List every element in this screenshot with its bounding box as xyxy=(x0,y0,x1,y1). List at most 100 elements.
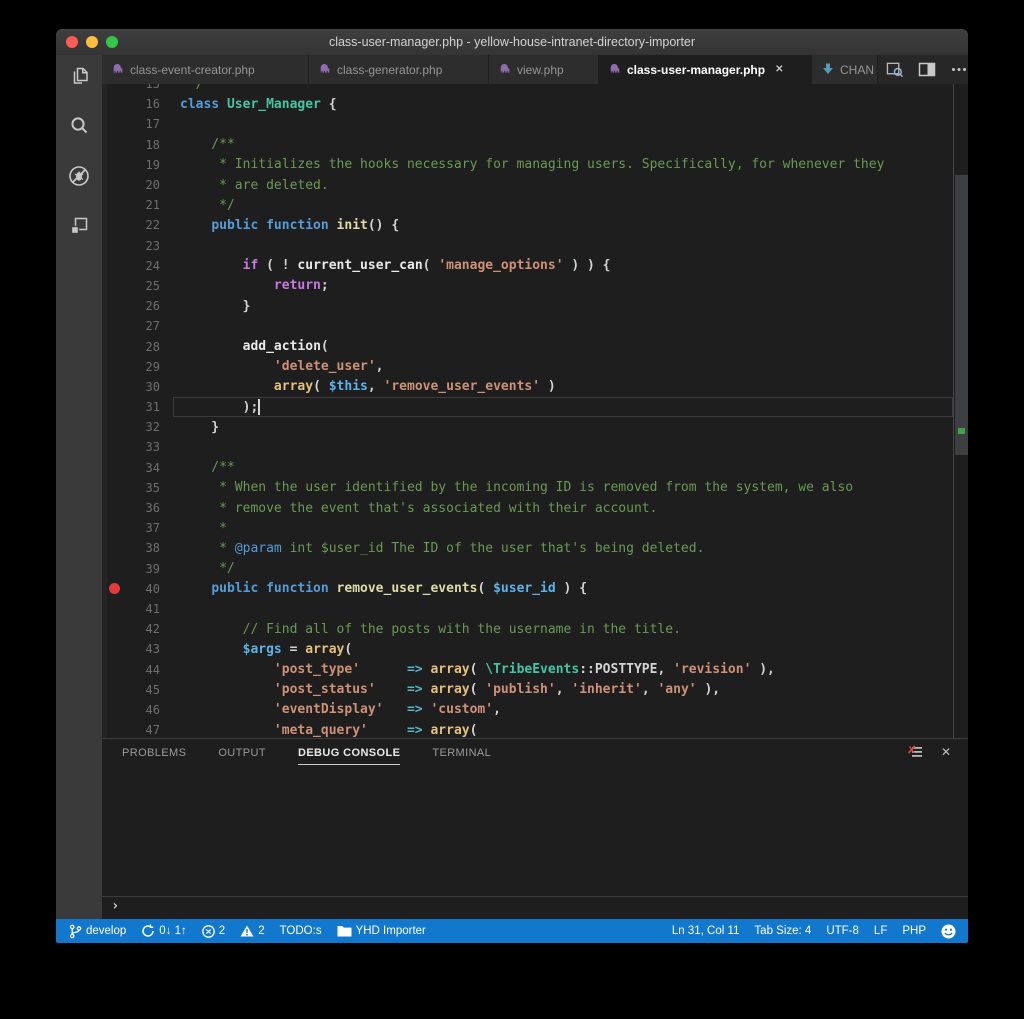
language-mode[interactable]: PHP xyxy=(902,925,926,937)
line-number[interactable]: 15 xyxy=(128,84,160,91)
line-number[interactable]: 27 xyxy=(128,319,160,333)
scrollbar-thumb[interactable] xyxy=(955,175,968,455)
code-line-36[interactable]: 36 * remove the event that's associated … xyxy=(102,498,968,518)
breakpoint-margin[interactable] xyxy=(102,256,128,276)
line-number[interactable]: 20 xyxy=(128,178,160,192)
minimize-window-button[interactable] xyxy=(86,36,98,48)
breakpoint-margin[interactable] xyxy=(102,155,128,175)
breakpoint-margin[interactable] xyxy=(102,619,128,639)
breakpoint-margin[interactable] xyxy=(102,559,128,579)
line-number[interactable]: 19 xyxy=(128,158,160,172)
code-line-46[interactable]: 46 'eventDisplay' => 'custom', xyxy=(102,700,968,720)
line-number[interactable]: 26 xyxy=(128,299,160,313)
code-line-42[interactable]: 42 // Find all of the posts with the use… xyxy=(102,619,968,639)
breakpoint-margin[interactable] xyxy=(102,700,128,720)
code-line-20[interactable]: 20 * are deleted. xyxy=(102,175,968,195)
line-number[interactable]: 35 xyxy=(128,481,160,495)
breakpoint-margin[interactable] xyxy=(102,94,128,114)
code-line-43[interactable]: 43 $args = array( xyxy=(102,639,968,659)
breakpoint-margin[interactable] xyxy=(102,175,128,195)
breakpoint-margin[interactable] xyxy=(102,114,128,134)
code-line-28[interactable]: 28 add_action( xyxy=(102,336,968,356)
sync-indicator[interactable]: 0↓ 1↑ xyxy=(141,924,187,938)
code-line-30[interactable]: 30 array( $this, 'remove_user_events' ) xyxy=(102,377,968,397)
breakpoint-margin[interactable] xyxy=(102,639,128,659)
panel-tab-debug-console[interactable]: DEBUG CONSOLE xyxy=(298,741,400,765)
error-count[interactable]: 2 xyxy=(202,925,225,938)
panel-tab-terminal[interactable]: TERMINAL xyxy=(432,741,491,764)
code-line-39[interactable]: 39 */ xyxy=(102,559,968,579)
close-panel-icon[interactable]: ✕ xyxy=(938,744,954,760)
workspace-indicator[interactable]: YHD Importer xyxy=(337,925,426,937)
breakpoint-margin[interactable] xyxy=(102,215,128,235)
code-line-17[interactable]: 17 xyxy=(102,114,968,134)
code-line-47[interactable]: 47 'meta_query' => array( xyxy=(102,720,968,738)
line-number[interactable]: 43 xyxy=(128,642,160,656)
code-line-29[interactable]: 29 'delete_user', xyxy=(102,357,968,377)
breakpoint-margin[interactable] xyxy=(102,336,128,356)
close-window-button[interactable] xyxy=(66,36,78,48)
line-number[interactable]: 32 xyxy=(128,420,160,434)
breakpoint-margin[interactable] xyxy=(102,135,128,155)
warning-count[interactable]: 2 xyxy=(240,925,264,937)
line-number[interactable]: 36 xyxy=(128,501,160,515)
code-line-35[interactable]: 35 * When the user identified by the inc… xyxy=(102,478,968,498)
line-number[interactable]: 25 xyxy=(128,279,160,293)
zoom-window-button[interactable] xyxy=(106,36,118,48)
code-line-23[interactable]: 23 xyxy=(102,236,968,256)
line-number[interactable]: 31 xyxy=(128,400,160,414)
line-number[interactable]: 42 xyxy=(128,622,160,636)
tab-class-generator.php[interactable]: class-generator.php xyxy=(309,55,489,84)
panel-tab-problems[interactable]: PROBLEMS xyxy=(122,741,186,764)
line-number[interactable]: 17 xyxy=(128,117,160,131)
tab-size[interactable]: Tab Size: 4 xyxy=(754,925,811,937)
code-line-25[interactable]: 25 return; xyxy=(102,276,968,296)
open-preview-icon[interactable] xyxy=(886,61,904,79)
breakpoint-margin[interactable] xyxy=(102,599,128,619)
title-bar[interactable]: class-user-manager.php - yellow-house-in… xyxy=(56,29,968,55)
breakpoint-margin[interactable] xyxy=(102,357,128,377)
line-number[interactable]: 38 xyxy=(128,541,160,555)
breakpoint-margin[interactable] xyxy=(102,659,128,679)
line-number[interactable]: 33 xyxy=(128,440,160,454)
breakpoint-margin[interactable] xyxy=(102,579,128,599)
code-line-31[interactable]: 31 ); xyxy=(102,397,968,417)
code-editor[interactable]: 15 */16class User_Manager {1718 /**19 * … xyxy=(102,84,968,738)
line-number[interactable]: 22 xyxy=(128,218,160,232)
line-number[interactable]: 46 xyxy=(128,703,160,717)
breakpoint-margin[interactable] xyxy=(102,720,128,738)
breakpoint-margin[interactable] xyxy=(102,458,128,478)
line-number[interactable]: 16 xyxy=(128,97,160,111)
breakpoint-margin[interactable] xyxy=(102,397,128,417)
encoding[interactable]: UTF-8 xyxy=(826,925,859,937)
tab-view.php[interactable]: view.php xyxy=(489,55,599,84)
debug-console-input[interactable]: › xyxy=(102,896,968,915)
line-number[interactable]: 34 xyxy=(128,461,160,475)
line-number[interactable]: 28 xyxy=(128,340,160,354)
line-number[interactable]: 45 xyxy=(128,683,160,697)
breakpoint-margin[interactable] xyxy=(102,518,128,538)
breakpoint-margin[interactable] xyxy=(102,680,128,700)
line-number[interactable]: 23 xyxy=(128,239,160,253)
breakpoint-margin[interactable] xyxy=(102,195,128,215)
clear-console-icon[interactable] xyxy=(907,744,923,760)
code-line-21[interactable]: 21 */ xyxy=(102,195,968,215)
breakpoint-margin[interactable] xyxy=(102,498,128,518)
cursor-position[interactable]: Ln 31, Col 11 xyxy=(672,925,740,937)
breakpoint-margin[interactable] xyxy=(102,276,128,296)
breakpoint-margin[interactable] xyxy=(102,84,128,94)
extensions-icon[interactable] xyxy=(67,214,91,238)
code-line-34[interactable]: 34 /** xyxy=(102,458,968,478)
breakpoint-margin[interactable] xyxy=(102,316,128,336)
code-line-16[interactable]: 16class User_Manager { xyxy=(102,94,968,114)
breakpoint-margin[interactable] xyxy=(102,236,128,256)
breakpoint-margin[interactable] xyxy=(102,377,128,397)
git-branch-indicator[interactable]: develop xyxy=(69,924,126,939)
close-tab-icon[interactable]: ✕ xyxy=(775,64,783,75)
panel-tab-output[interactable]: OUTPUT xyxy=(218,741,266,764)
breakpoint-margin[interactable] xyxy=(102,296,128,316)
breakpoint-dot[interactable] xyxy=(109,583,120,594)
todo-indicator[interactable]: TODO:s xyxy=(280,925,322,937)
code-line-37[interactable]: 37 * xyxy=(102,518,968,538)
tab-class-user-manager.php[interactable]: class-user-manager.php✕ xyxy=(599,55,812,84)
